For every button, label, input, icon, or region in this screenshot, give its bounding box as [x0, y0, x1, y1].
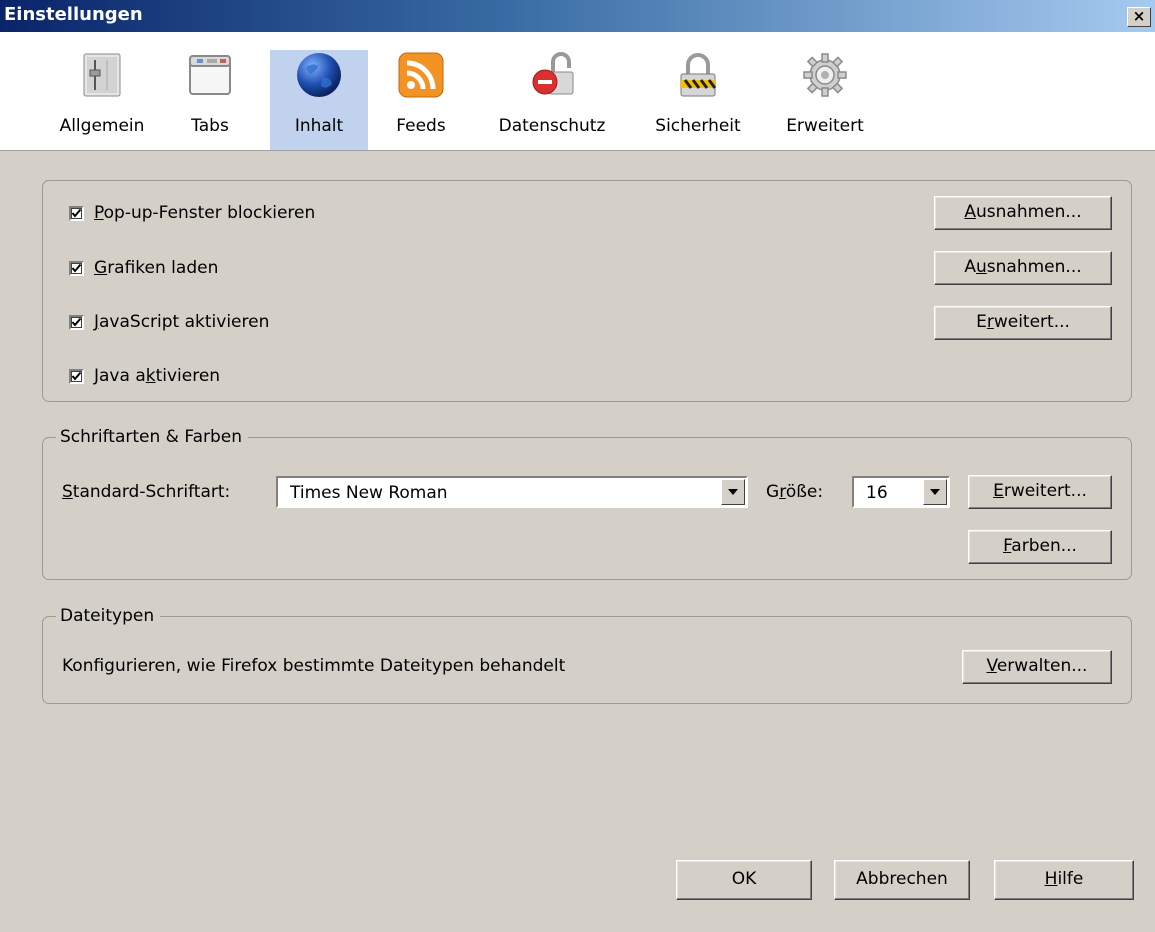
load-images-checkbox-row[interactable]: Grafiken laden — [69, 257, 218, 279]
checkmark-icon — [71, 263, 82, 273]
java-checkbox[interactable] — [69, 368, 84, 384]
privacy-lock-icon — [532, 52, 574, 95]
gear-icon — [803, 53, 847, 97]
tab-inhalt[interactable]: Inhalt — [270, 50, 368, 150]
tab-label: Feeds — [396, 116, 446, 136]
load-images-checkbox[interactable] — [69, 260, 84, 276]
checkbox-label: Java aktivieren — [94, 366, 221, 386]
font-size-select[interactable]: 16 — [852, 476, 950, 508]
tab-label: Tabs — [191, 116, 229, 136]
java-checkbox-row[interactable]: Java aktivieren — [69, 365, 220, 387]
dropdown-arrow-button[interactable] — [721, 479, 745, 505]
tab-label: Inhalt — [294, 116, 344, 136]
tab-erweitert[interactable]: Erweitert — [772, 50, 878, 150]
checkmark-icon — [71, 317, 82, 327]
checkbox-label: Pop-up-Fenster blockieren — [94, 203, 316, 223]
slider-panel-icon — [83, 53, 121, 97]
tab-label: Erweitert — [786, 116, 864, 136]
close-icon: × — [1132, 7, 1146, 25]
preferences-toolbar: Allgemein Tabs Inhalt Feeds Datenschutz … — [0, 32, 1155, 151]
rss-feed-icon — [398, 52, 444, 98]
font-size-value: 16 — [866, 483, 888, 503]
colors-button[interactable]: Farben... — [968, 530, 1112, 564]
help-button[interactable]: Hilfe — [994, 860, 1134, 900]
fonts-advanced-button[interactable]: Erweitert... — [968, 475, 1112, 509]
manage-filetypes-button[interactable]: Verwalten... — [962, 650, 1112, 684]
size-label: Größe: — [766, 482, 824, 502]
close-button[interactable]: × — [1127, 7, 1151, 27]
chevron-down-icon — [930, 489, 940, 495]
popup-exceptions-button[interactable]: Ausnahmen... — [934, 196, 1112, 230]
tab-tabs[interactable]: Tabs — [170, 50, 250, 150]
javascript-advanced-button[interactable]: Erweitert... — [934, 306, 1112, 340]
filetypes-description: Konfigurieren, wie Firefox bestimmte Dat… — [62, 656, 566, 676]
default-font-select[interactable]: Times New Roman — [276, 476, 748, 508]
tab-label: Allgemein — [59, 116, 145, 136]
tab-label: Datenschutz — [498, 116, 606, 136]
fonts-colors-legend: Schriftarten & Farben — [56, 427, 248, 447]
filetypes-legend: Dateitypen — [56, 606, 161, 626]
dropdown-arrow-button[interactable] — [923, 479, 947, 505]
checkmark-icon — [71, 371, 82, 381]
globe-icon — [297, 53, 341, 97]
popup-block-checkbox[interactable] — [69, 205, 84, 221]
padlock-icon — [680, 53, 717, 97]
checkbox-label: Grafiken laden — [94, 258, 219, 278]
default-font-label: Standard-Schriftart: — [62, 482, 231, 502]
tabs-window-icon — [189, 55, 231, 95]
tab-feeds[interactable]: Feeds — [380, 50, 462, 150]
javascript-checkbox[interactable] — [69, 314, 84, 330]
checkbox-label: JavaScript aktivieren — [94, 312, 270, 332]
cancel-button[interactable]: Abbrechen — [834, 860, 970, 900]
tab-label: Sicherheit — [655, 116, 741, 136]
javascript-checkbox-row[interactable]: JavaScript aktivieren — [69, 311, 269, 333]
tab-allgemein[interactable]: Allgemein — [50, 50, 154, 150]
tab-datenschutz[interactable]: Datenschutz — [484, 50, 620, 150]
popup-block-checkbox-row[interactable]: Pop-up-Fenster blockieren — [69, 202, 315, 224]
title-bar: Einstellungen × — [0, 0, 1155, 32]
window-title: Einstellungen — [4, 4, 143, 25]
images-exceptions-button[interactable]: Ausnahmen... — [934, 251, 1112, 285]
checkmark-icon — [71, 208, 82, 218]
ok-button[interactable]: OK — [676, 860, 812, 900]
chevron-down-icon — [728, 489, 738, 495]
tab-sicherheit[interactable]: Sicherheit — [640, 50, 756, 150]
default-font-value: Times New Roman — [290, 483, 448, 503]
